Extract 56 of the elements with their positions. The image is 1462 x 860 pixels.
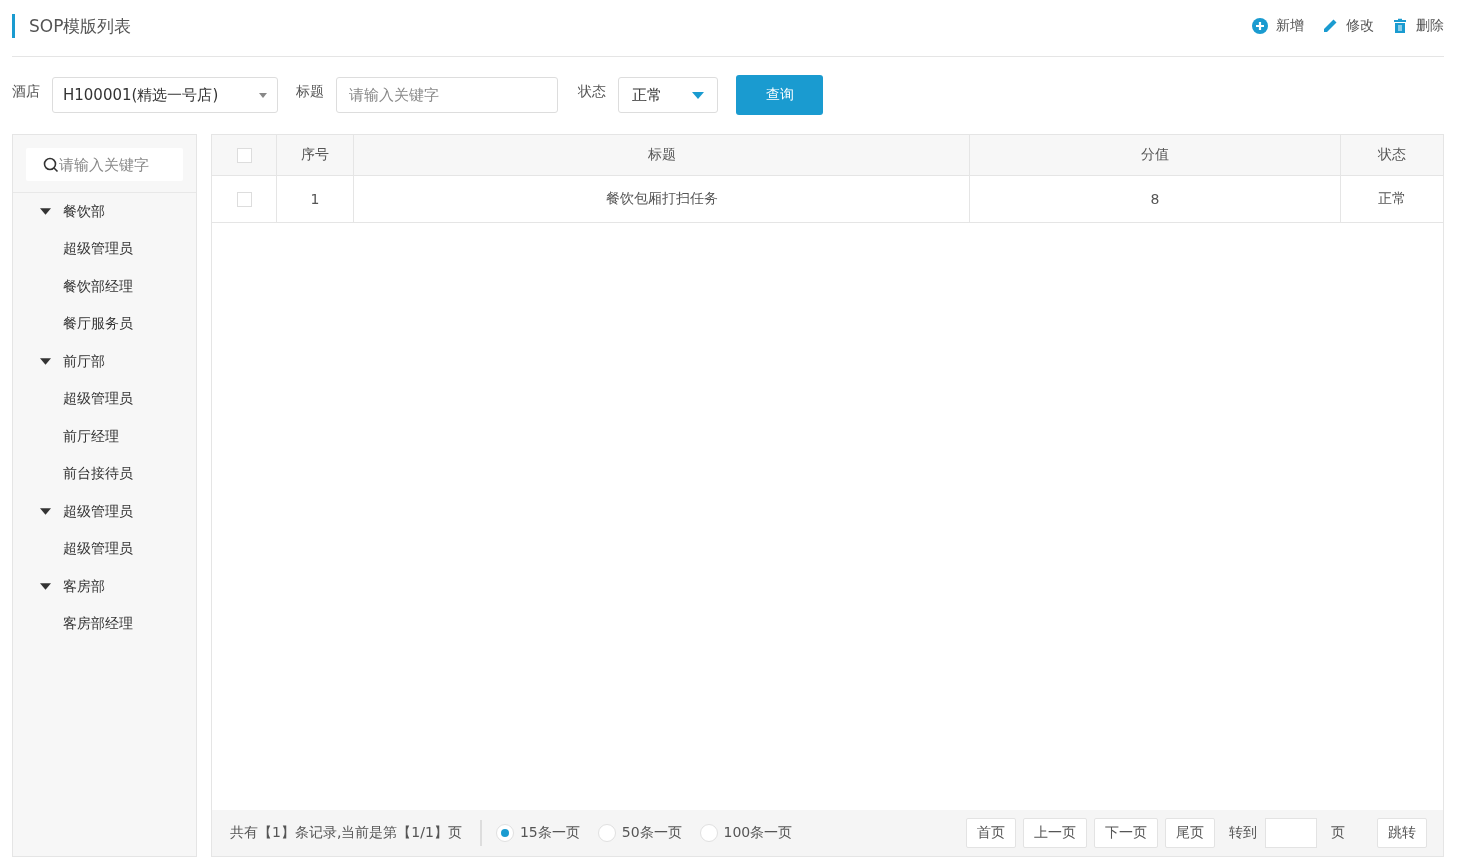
field-label: 标题 [296,83,324,101]
page-title: SOP模版列表 [12,14,132,38]
column-header: 序号 [276,135,354,176]
page-button[interactable]: 尾页 [1165,818,1215,848]
table-cell: 1 [276,175,354,223]
caret-icon [259,92,267,98]
record-summary: 共有【1】条记录,当前是第【1/1】页 [230,824,462,842]
table-cell: 餐饮包厢打扫任务 [353,175,970,223]
expand-toggle[interactable] [39,356,51,367]
pencil-icon [1322,18,1338,34]
table-cell: 8 [969,175,1341,223]
expand-toggle[interactable] [39,581,51,592]
toolbar-button[interactable]: 删除 [1392,17,1444,35]
radio-button[interactable] [495,824,514,842]
tree-item[interactable]: 超级管理员 [63,540,133,559]
title-input-field[interactable]: 请输入关键字 [336,77,558,113]
radio-label[interactable]: 50条一页 [621,824,682,842]
tree-item[interactable]: 前厅经理 [63,427,119,446]
expand-toggle[interactable] [39,506,51,517]
page-button[interactable]: 下一页 [1094,818,1158,848]
tree-item[interactable]: 餐饮部 [63,202,105,221]
tree-item[interactable]: 客房部 [63,577,105,596]
tree-item[interactable]: 超级管理员 [63,390,133,409]
field-label: 状态 [578,83,606,101]
row-checkbox[interactable] [236,192,252,208]
toolbar-button[interactable]: 新增 [1252,17,1304,35]
field-label: 酒店 [12,83,40,101]
tree-item[interactable]: 超级管理员 [63,502,133,521]
radio-label[interactable]: 15条一页 [519,824,580,842]
tree-item[interactable]: 餐厅服务员 [63,315,133,334]
toolbar-button[interactable]: 修改 [1322,17,1374,35]
tree-item[interactable]: 餐饮部经理 [63,277,133,296]
column-header: 标题 [353,135,970,176]
select-all-checkbox[interactable] [236,148,252,164]
status-select[interactable]: 正常 [618,77,718,113]
radio-label[interactable]: 100条一页 [723,824,793,842]
tree-item[interactable]: 前台接待员 [63,465,133,484]
page-button[interactable]: 上一页 [1023,818,1087,848]
caret-icon [692,91,704,99]
jump-button[interactable]: 跳转 [1377,818,1427,848]
column-header: 分值 [969,135,1341,176]
trash-icon [1392,18,1408,34]
tree-item[interactable]: 客房部经理 [63,615,133,634]
page-button[interactable]: 首页 [966,818,1016,848]
radio-button[interactable] [699,824,718,842]
search-field[interactable]: 请输入关键字 [26,148,183,181]
column-header: 状态 [1340,135,1443,176]
goto-label: 转到 [1229,824,1257,842]
expand-toggle[interactable] [39,206,51,217]
hotel-select[interactable]: H100001(精选一号店) [52,77,278,113]
plus-circle-icon [1252,18,1268,34]
tree-item[interactable]: 超级管理员 [63,240,133,259]
page-unit-label: 页 [1331,824,1345,842]
page-input-field[interactable] [1265,818,1317,848]
radio-button[interactable] [597,824,616,842]
tree-item[interactable]: 前厅部 [63,352,105,371]
